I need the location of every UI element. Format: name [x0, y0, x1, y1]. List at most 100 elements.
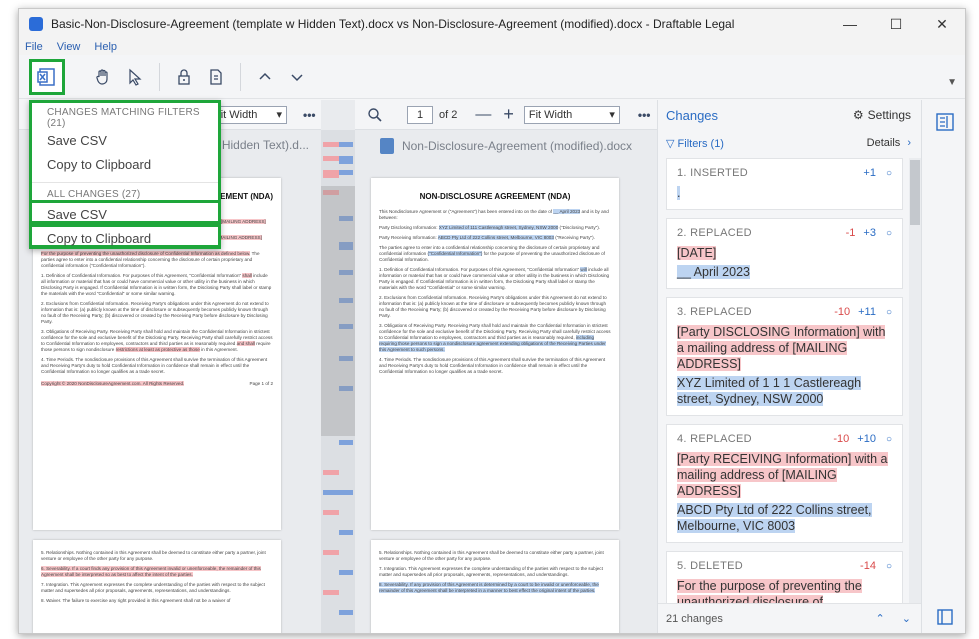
menu-divider — [32, 182, 218, 183]
change-card[interactable]: 2. REPLACED -1 +3 ○ [DATE] __ April 2023 — [666, 218, 903, 289]
tag-icon[interactable]: ○ — [886, 228, 892, 239]
word-document-icon — [379, 138, 394, 154]
pan-tool-button[interactable] — [87, 61, 119, 93]
removed-count: -10 — [834, 306, 851, 318]
hand-icon — [96, 68, 108, 85]
menu-file[interactable]: File — [25, 41, 43, 53]
toolbar-separator — [159, 62, 160, 91]
removed-text: [Party RECEIVING Information] with a mai… — [677, 452, 888, 498]
change-type: 3. REPLACED — [677, 306, 752, 318]
save-csv-all-item[interactable]: Save CSV — [29, 200, 221, 224]
chevron-up-icon — [259, 72, 271, 80]
change-card[interactable]: 4. REPLACED -10 +10 ○ [Party RECEIVING I… — [666, 424, 903, 543]
right-document-pane[interactable]: 1 of 2 — + Fit Width ▾ ••• Non-Disclosur… — [355, 100, 657, 633]
changes-list-toggle-button[interactable] — [933, 110, 957, 134]
document-view-button[interactable] — [200, 61, 232, 93]
select-tool-button[interactable] — [119, 61, 151, 93]
changes-scrollbar[interactable] — [909, 158, 921, 603]
more-options-icon[interactable]: ••• — [638, 108, 651, 122]
maximize-button[interactable]: ☐ — [873, 9, 919, 39]
added-text: ABCD Pty Ltd of 222 Collins street, Melb… — [677, 503, 872, 533]
left-page-footer: Copyright © 2020 NonDisclosureAgreement.… — [41, 381, 185, 386]
added-count: +10 — [857, 433, 876, 445]
right-page-1: NON-DISCLOSURE AGREEMENT (NDA) This Nond… — [371, 178, 619, 530]
right-rail — [921, 100, 965, 633]
right-page-2: 5. Relationships. Nothing contained in t… — [371, 540, 619, 633]
change-type: 2. REPLACED — [677, 227, 752, 239]
removed-text: [DATE] — [677, 246, 717, 260]
gear-icon: ⚙ — [852, 108, 864, 122]
settings-button[interactable]: ⚙ Settings — [853, 108, 911, 122]
menu-bar: File View Help — [19, 39, 965, 55]
changes-panel: Changes ⚙ Settings ▽ Filters (1) Details… — [657, 100, 921, 633]
change-minimap[interactable] — [321, 130, 355, 633]
window-title: Basic-Non-Disclosure-Agreement (template… — [51, 17, 735, 31]
details-label: Details — [866, 137, 901, 149]
toolbar-collapse-icon[interactable]: ▼ — [947, 77, 957, 88]
zoom-out-button[interactable]: — — [475, 106, 491, 124]
pointer-icon — [129, 68, 142, 86]
copy-to-clipboard-filtered-item[interactable]: Copy to Clipboard — [32, 153, 218, 177]
close-button[interactable]: ✕ — [919, 9, 965, 39]
filter-icon: ▽ — [666, 137, 675, 150]
app-window: Basic-Non-Disclosure-Agreement (template… — [18, 8, 966, 634]
document-icon — [210, 68, 222, 85]
added-count: +1 — [863, 167, 876, 179]
save-csv-filtered-item[interactable]: Save CSV — [32, 129, 218, 153]
page-number-input[interactable]: 1 — [407, 105, 433, 124]
main-toolbar: ▼ — [19, 55, 965, 99]
changes-list-icon — [935, 113, 954, 131]
settings-label: Settings — [867, 108, 911, 122]
toolbar-separator — [240, 62, 241, 91]
main-content: Fit Width ▾ ••• ate w Hidden Text).d... … — [19, 100, 965, 633]
export-dropdown-menu: CHANGES MATCHING FILTERS (21) Save CSV C… — [29, 100, 221, 249]
right-zoom-select[interactable]: Fit Width ▾ — [523, 105, 620, 124]
previous-change-chevron-up-icon[interactable]: ⌃ — [876, 613, 885, 625]
right-doc-title: Non-Disclosure-Agreement (modified).docx — [355, 138, 657, 154]
change-type: 5. DELETED — [677, 560, 743, 572]
draftable-logo-icon — [29, 17, 43, 31]
changes-count: 21 changes — [666, 612, 723, 625]
tag-icon[interactable]: ○ — [886, 561, 892, 572]
changes-title: Changes — [666, 107, 719, 123]
next-change-chevron-down-icon[interactable]: ⌄ — [902, 613, 911, 625]
sidebar-toggle-icon — [937, 609, 953, 625]
change-type: 4. REPLACED — [677, 433, 752, 445]
export-excel-button[interactable] — [29, 59, 65, 95]
right-zoom-value: Fit Width — [528, 108, 573, 121]
right-doc-toolbar: 1 of 2 — + Fit Width ▾ ••• — [355, 100, 657, 130]
more-options-icon[interactable]: ••• — [303, 108, 316, 122]
added-count: +3 — [863, 227, 876, 239]
tag-icon[interactable]: ○ — [886, 168, 892, 179]
removed-count: -1 — [845, 227, 856, 239]
removed-count: -10 — [833, 433, 850, 445]
tag-icon[interactable]: ○ — [886, 307, 892, 318]
menu-help[interactable]: Help — [94, 41, 117, 53]
tag-icon[interactable]: ○ — [886, 434, 892, 445]
removed-count: -14 — [860, 560, 876, 572]
change-type: 1. INSERTED — [677, 167, 748, 179]
minimap-viewport[interactable] — [321, 186, 355, 436]
change-card[interactable]: 5. DELETED -14 ○ For the purpose of prev… — [666, 551, 903, 603]
next-change-button[interactable] — [281, 61, 313, 93]
scrollbar-thumb[interactable] — [910, 160, 920, 225]
search-icon[interactable] — [367, 107, 383, 123]
zoom-in-button[interactable]: + — [503, 104, 514, 125]
previous-change-button[interactable] — [249, 61, 281, 93]
filters-button[interactable]: ▽ Filters (1) — [666, 137, 724, 150]
lock-scroll-button[interactable] — [168, 61, 200, 93]
change-card[interactable]: 1. INSERTED +1 ○ . — [666, 158, 903, 210]
change-card[interactable]: 3. REPLACED -10 +11 ○ [Party DISCLOSING … — [666, 297, 903, 416]
changes-list: 1. INSERTED +1 ○ . 2. REPLACED -1 +3 ○ [… — [658, 158, 909, 603]
removed-text: For the purpose of preventing the unauth… — [677, 579, 871, 603]
panel-toggle-button[interactable] — [933, 605, 957, 629]
details-button[interactable]: Details › — [867, 137, 911, 149]
chevron-down-icon: ▾ — [276, 109, 282, 121]
menu-view[interactable]: View — [57, 41, 81, 53]
copy-to-clipboard-all-item[interactable]: Copy to Clipboard — [29, 224, 221, 248]
added-text: . — [677, 186, 681, 200]
title-bar: Basic-Non-Disclosure-Agreement (template… — [19, 9, 965, 39]
minimize-button[interactable]: — — [827, 9, 873, 39]
documents-area: Fit Width ▾ ••• ate w Hidden Text).d... … — [19, 100, 657, 633]
filters-label: Filters (1) — [677, 137, 724, 150]
